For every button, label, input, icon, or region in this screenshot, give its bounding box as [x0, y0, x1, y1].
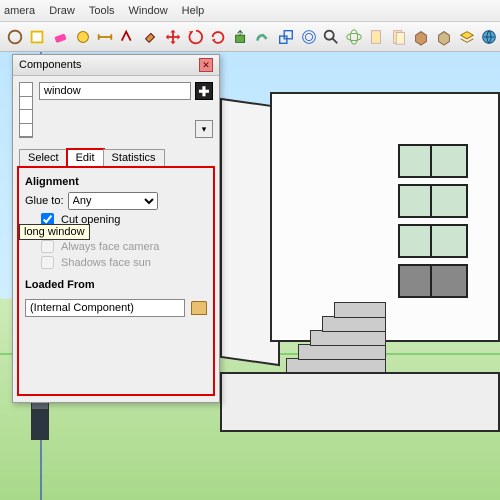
orbit-tool-icon[interactable] [343, 25, 365, 49]
panel-tabs: Select Edit Statistics [13, 148, 219, 166]
circle-tool-icon[interactable] [4, 25, 26, 49]
menu-draw[interactable]: Draw [49, 5, 75, 17]
add-component-button[interactable]: ✚ [195, 82, 213, 100]
rotate2-tool-icon[interactable] [207, 25, 229, 49]
glue-to-label: Glue to: [25, 195, 64, 207]
close-icon[interactable]: ✕ [199, 58, 213, 72]
tooltip: long window [19, 224, 90, 240]
menu-camera[interactable]: amera [4, 5, 35, 17]
layers-tool-icon[interactable] [456, 25, 478, 49]
component-box1-icon[interactable] [411, 25, 433, 49]
open-doc-icon[interactable] [388, 25, 410, 49]
component-box2-icon[interactable] [433, 25, 455, 49]
menu-bar: amera Draw Tools Window Help [0, 0, 500, 22]
window-component[interactable] [398, 264, 468, 298]
loaded-from-heading: Loaded From [25, 279, 207, 291]
tape-tool-icon[interactable] [72, 25, 94, 49]
followme-tool-icon[interactable] [253, 25, 275, 49]
window-component[interactable] [398, 224, 468, 258]
rotate-tool-icon[interactable] [185, 25, 207, 49]
shadows-checkbox [41, 256, 54, 269]
always-face-checkbox [41, 240, 54, 253]
search-input[interactable] [39, 82, 191, 100]
always-face-label: Always face camera [61, 241, 159, 253]
zoom-tool-icon[interactable] [320, 25, 342, 49]
clear-tool-icon[interactable] [27, 25, 49, 49]
menu-window[interactable]: Window [129, 5, 168, 17]
paint-tool-icon[interactable] [140, 25, 162, 49]
window-component[interactable] [398, 144, 468, 178]
folder-icon[interactable] [191, 301, 207, 315]
new-doc-icon[interactable] [366, 25, 388, 49]
menu-tools[interactable]: Tools [89, 5, 115, 17]
offset-tool-icon[interactable] [298, 25, 320, 49]
shadows-label: Shadows face sun [61, 257, 151, 269]
stairs-model[interactable] [280, 294, 400, 374]
tab-select[interactable]: Select [19, 149, 68, 167]
eraser-tool-icon[interactable] [49, 25, 71, 49]
tab-edit[interactable]: Edit [67, 149, 104, 167]
glue-to-select[interactable]: Any [68, 192, 158, 210]
menu-help[interactable]: Help [182, 5, 205, 17]
alignment-heading: Alignment [25, 176, 207, 188]
loaded-from-field [25, 299, 185, 317]
text-tool-icon[interactable] [117, 25, 139, 49]
move-tool-icon[interactable] [162, 25, 184, 49]
edit-tab-body: Alignment Glue to: Any Cut opening long … [17, 166, 215, 396]
tab-statistics[interactable]: Statistics [103, 149, 165, 167]
scale-tool-icon[interactable] [275, 25, 297, 49]
panel-title: Components [19, 59, 81, 71]
building-model[interactable] [220, 92, 500, 432]
dropdown-button[interactable]: ▾ [195, 120, 213, 138]
component-thumbnail[interactable] [19, 82, 33, 138]
components-panel: Components ✕ ✚ ▾ Select Edit Statistics … [12, 54, 220, 403]
window-component[interactable] [398, 184, 468, 218]
main-toolbar [0, 22, 500, 52]
dimension-tool-icon[interactable] [94, 25, 116, 49]
globe-tool-icon[interactable] [478, 25, 500, 49]
pushpull-tool-icon[interactable] [230, 25, 252, 49]
